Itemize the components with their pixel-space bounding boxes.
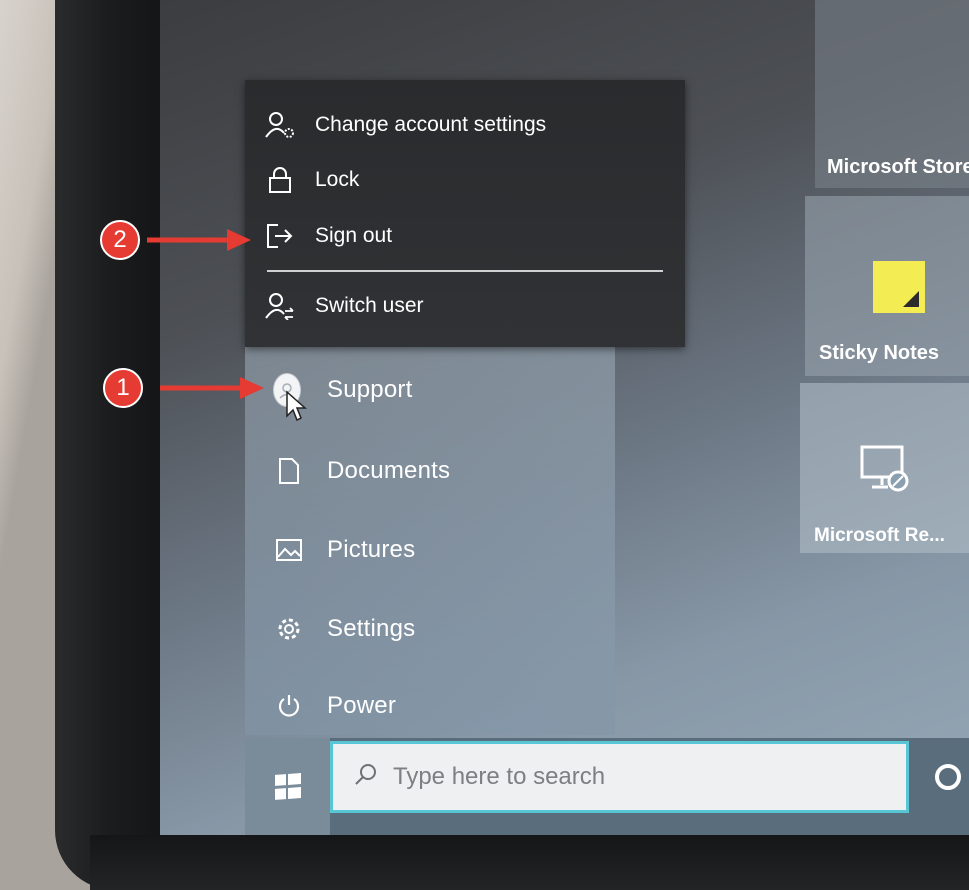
start-button[interactable] (245, 738, 330, 835)
flyout-label: Change account settings (315, 113, 547, 136)
switch-user-icon (265, 291, 295, 321)
gear-icon (275, 615, 303, 643)
taskbar: Type here to search (245, 738, 969, 835)
menu-label: Settings (327, 615, 416, 642)
sign-out-icon (265, 221, 295, 251)
flyout-divider (267, 270, 663, 272)
account-settings-icon (265, 110, 295, 140)
annotation-badge-2: 2 (100, 220, 140, 260)
remote-desktop-icon (860, 445, 909, 492)
tile-label: Microsoft Store (827, 156, 969, 178)
power-icon (275, 692, 303, 720)
switch-user-item[interactable]: Switch user (245, 283, 685, 329)
menu-item-documents[interactable]: Documents (245, 443, 605, 499)
menu-label: Pictures (327, 536, 416, 563)
monitor-bezel-bottom (90, 835, 969, 890)
tile-label: Sticky Notes (819, 342, 940, 364)
user-name: Support (327, 376, 413, 403)
windows-logo-icon (274, 772, 301, 800)
flyout-label: Switch user (315, 294, 424, 317)
menu-item-settings[interactable]: Settings (245, 601, 605, 657)
sign-out-item[interactable]: Sign out (245, 213, 685, 259)
annotation-arrow-1 (160, 377, 264, 399)
search-placeholder: Type here to search (393, 763, 606, 790)
annotation-arrow-2 (147, 229, 251, 251)
search-icon (355, 764, 376, 785)
document-icon (275, 457, 303, 485)
screen: Microsoft Store Sticky Notes Microsoft R… (160, 0, 969, 835)
menu-label: Power (327, 692, 397, 719)
change-account-settings-item[interactable]: Change account settings (245, 102, 685, 148)
pictures-icon (275, 536, 303, 564)
menu-item-pictures[interactable]: Pictures (245, 522, 605, 578)
cortana-icon[interactable] (935, 764, 961, 790)
mouse-cursor-icon (286, 390, 307, 422)
menu-label: Documents (327, 457, 451, 484)
tile-microsoft-store[interactable]: Microsoft Store (815, 0, 969, 188)
sticky-notes-icon (873, 261, 925, 313)
lock-item[interactable]: Lock (245, 157, 685, 203)
flyout-label: Sign out (315, 224, 393, 247)
lock-icon (265, 165, 295, 195)
tile-microsoft-remote[interactable]: Microsoft Re... (800, 383, 969, 553)
search-input[interactable]: Type here to search (330, 741, 909, 813)
account-flyout: Change account settings Lock Sign out Sw… (245, 80, 685, 347)
annotation-badge-1: 1 (103, 368, 143, 408)
tile-sticky-notes[interactable]: Sticky Notes (805, 196, 969, 376)
tile-label: Microsoft Re... (814, 525, 945, 546)
flyout-label: Lock (315, 168, 360, 191)
menu-item-power[interactable]: Power (245, 678, 605, 734)
